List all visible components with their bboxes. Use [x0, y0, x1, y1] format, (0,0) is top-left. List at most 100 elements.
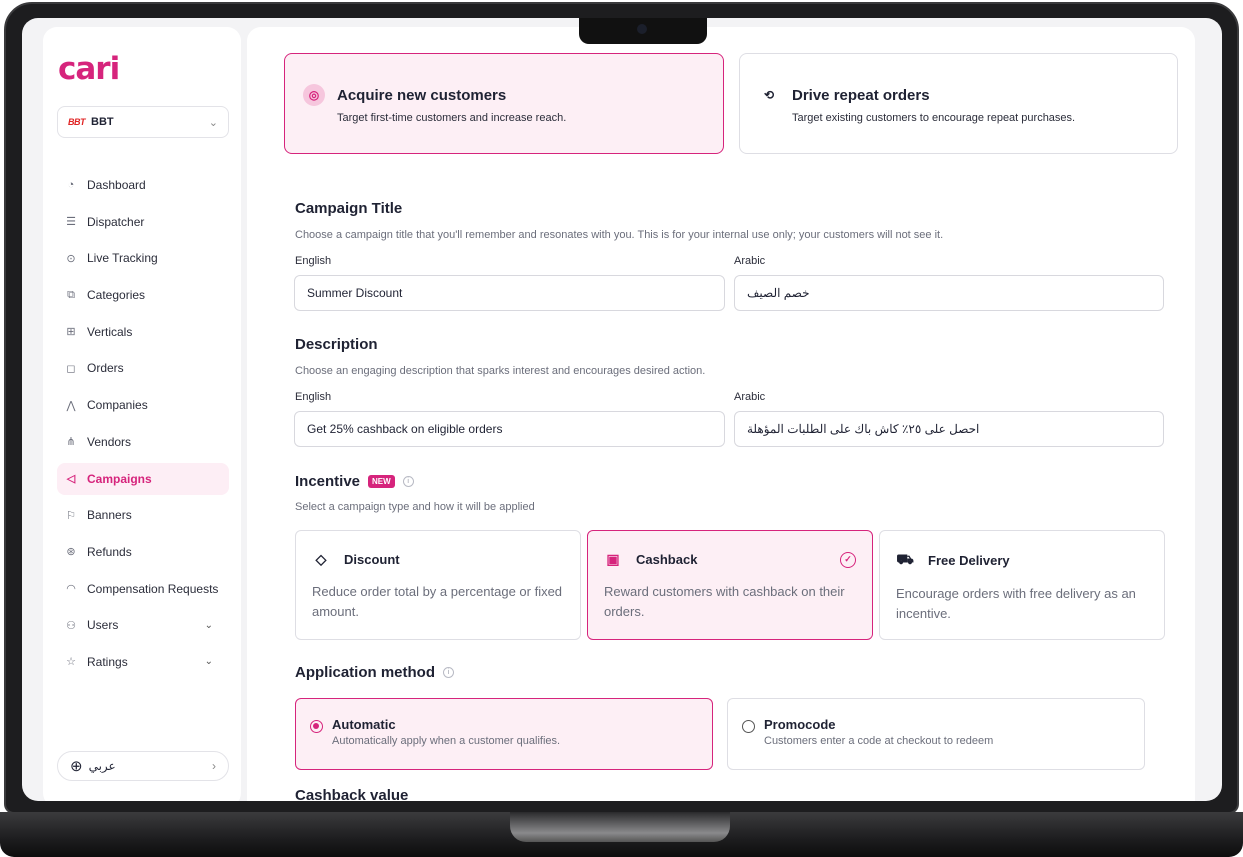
camera-notch — [579, 18, 707, 44]
description-arabic-input[interactable]: احصل على ٢٥٪ كاش باك على الطلبات المؤهلة — [734, 411, 1164, 447]
cash-icon: ▣ — [606, 551, 620, 567]
arabic-label: Arabic — [734, 391, 766, 403]
incentive-discount-card[interactable]: ◇ Discount Reduce order total by a percen… — [295, 530, 581, 640]
star-icon: ☆ — [66, 656, 76, 669]
compensation-icon: ◠ — [66, 583, 76, 596]
campaign-title-english-input[interactable]: Summer Discount — [294, 275, 725, 311]
sidebar-item-label: Vendors — [87, 434, 132, 449]
goal-title: Drive repeat orders — [792, 86, 930, 104]
incentive-heading-row: Incentive NEW i — [295, 473, 414, 490]
sidebar-item-label: Banners — [87, 508, 132, 523]
campaign-title-arabic-input[interactable]: خصم الصيف — [734, 275, 1164, 311]
incentive-free-delivery-card[interactable]: ⛟ Free Delivery Encourage orders with fre… — [879, 530, 1165, 640]
laptop-lip — [510, 812, 730, 842]
cashback-value-heading: Cashback value — [295, 787, 409, 801]
brand-logo: BBT — [68, 117, 86, 127]
sidebar-item-live-tracking[interactable]: ⊙ Live Tracking — [57, 242, 229, 274]
companies-icon: ⋀ — [66, 399, 76, 412]
sidebar-item-label: Orders — [87, 361, 124, 376]
method-promocode-card[interactable]: Promocode Customers enter a code at chec… — [727, 698, 1145, 770]
sidebar-item-label: Live Tracking — [87, 251, 158, 266]
verticals-icon: ⊞ — [66, 326, 76, 339]
sidebar-item-orders[interactable]: ◻ Orders — [57, 352, 229, 384]
arabic-label: Arabic — [734, 255, 766, 267]
sidebar-item-users[interactable]: ⚇ Users ⌄ — [57, 609, 229, 641]
globe-icon: ⊕ — [70, 758, 83, 775]
sidebar-item-verticals[interactable]: ⊞ Verticals — [57, 316, 229, 348]
sidebar-item-companies[interactable]: ⋀ Companies — [57, 389, 229, 421]
sidebar-item-dispatcher[interactable]: ☰ Dispatcher — [57, 206, 229, 238]
sidebar-item-ratings[interactable]: ☆ Ratings ⌄ — [57, 646, 229, 678]
target-icon: ◎ — [303, 84, 325, 106]
laptop-frame: cari BBT BBT ⌄ ◔ Dashboard ☰ Dispatcher ⊙ L… — [0, 0, 1243, 857]
brand-name: BBT — [91, 116, 114, 128]
radio-unselected[interactable] — [742, 720, 755, 733]
incentive-title: Cashback — [636, 552, 698, 567]
sidebar: cari BBT BBT ⌄ ◔ Dashboard ☰ Dispatcher ⊙ L… — [43, 27, 241, 801]
gauge-icon: ◔ — [67, 179, 75, 191]
radio-selected[interactable] — [310, 720, 323, 733]
sidebar-item-banners[interactable]: ⚐ Banners — [57, 499, 229, 531]
method-desc: Customers enter a code at checkout to re… — [764, 735, 994, 747]
incentive-title: Discount — [344, 552, 400, 567]
method-desc: Automatically apply when a customer qual… — [332, 735, 561, 747]
incentive-desc: Reduce order total by a percentage or fi… — [312, 584, 563, 619]
sidebar-item-refunds[interactable]: ⊛ Refunds — [57, 536, 229, 568]
brand-selector[interactable]: BBT BBT ⌄ — [57, 106, 229, 138]
repeat-icon: ⟲ — [763, 88, 775, 102]
chevron-right-icon: › — [212, 759, 216, 773]
description-subtext: Choose an engaging description that spar… — [295, 365, 706, 377]
language-label: عربي — [88, 759, 116, 773]
incentive-subtext: Select a campaign type and how it will b… — [295, 501, 535, 513]
info-icon[interactable]: i — [402, 476, 414, 487]
truck-icon: ⛟ — [896, 551, 914, 567]
sidebar-item-label: Refunds — [87, 544, 132, 559]
bag-icon: ◻ — [66, 362, 76, 375]
goal-title: Acquire new customers — [337, 86, 507, 104]
sidebar-item-compensation-requests[interactable]: ◠ Compensation Requests — [57, 573, 229, 605]
tag-icon: ◇ — [315, 551, 327, 567]
english-label: English — [295, 255, 332, 267]
description-english-input[interactable]: Get 25% cashback on eligible orders — [294, 411, 725, 447]
sidebar-item-label: Ratings — [87, 654, 128, 669]
sidebar-item-label: Verticals — [87, 324, 133, 339]
megaphone-icon: ◁ — [66, 473, 76, 485]
method-title: Automatic — [332, 717, 396, 732]
incentive-title: Free Delivery — [928, 553, 1010, 568]
method-automatic-card[interactable]: Automatic Automatically apply when a cus… — [295, 698, 713, 770]
incentive-desc: Reward customers with cashback on their … — [604, 584, 845, 619]
sidebar-item-label: Dashboard — [87, 178, 146, 192]
sidebar-item-label: Categories — [87, 288, 146, 303]
vendors-icon: ⋔ — [66, 436, 76, 449]
sidebar-item-label: Dispatcher — [87, 214, 145, 229]
sidebar-item-dashboard[interactable]: ◔ Dashboard — [57, 169, 229, 201]
sidebar-item-label: Campaigns — [87, 471, 152, 486]
main-content: ◎ Acquire new customers Target first-time… — [247, 27, 1195, 801]
sidebar-nav: ◔ Dashboard ☰ Dispatcher ⊙ Live Tracking ⧉ C… — [57, 169, 229, 683]
incentive-heading: Incentive — [295, 473, 361, 490]
campaign-title-heading: Campaign Title — [295, 200, 403, 217]
language-switcher[interactable]: ⊕ عربي › — [57, 751, 229, 781]
application-method-heading: Application method — [295, 664, 435, 681]
users-icon: ⚇ — [66, 619, 76, 632]
goal-desc: Target first-time customers and increase… — [337, 112, 567, 124]
method-title: Promocode — [764, 717, 836, 732]
screen: cari BBT BBT ⌄ ◔ Dashboard ☰ Dispatcher ⊙ L… — [22, 18, 1222, 801]
goal-card-repeat[interactable]: ⟲ Drive repeat orders Target existing cus… — [739, 53, 1178, 154]
play-circle-icon: ⊙ — [66, 252, 76, 265]
description-heading: Description — [295, 336, 378, 353]
sidebar-item-campaigns[interactable]: ◁ Campaigns — [57, 462, 229, 495]
info-icon[interactable]: i — [443, 667, 454, 678]
list-icon: ☰ — [66, 216, 76, 229]
sidebar-item-categories[interactable]: ⧉ Categories — [57, 279, 229, 311]
sidebar-item-vendors[interactable]: ⋔ Vendors — [57, 426, 229, 458]
dollar-circle-icon: ⊛ — [66, 546, 76, 559]
incentive-cashback-card[interactable]: ▣ Cashback ✓ Reward customers with cashbac… — [587, 530, 873, 640]
laptop-base — [0, 812, 1243, 857]
app-logo[interactable]: cari — [58, 51, 120, 87]
camera-icon — [637, 24, 647, 34]
new-badge: NEW — [368, 475, 395, 488]
check-circle-icon: ✓ — [840, 551, 856, 568]
goal-card-acquire[interactable]: ◎ Acquire new customers Target first-time… — [284, 53, 724, 154]
sidebar-item-label: Companies — [87, 398, 148, 413]
